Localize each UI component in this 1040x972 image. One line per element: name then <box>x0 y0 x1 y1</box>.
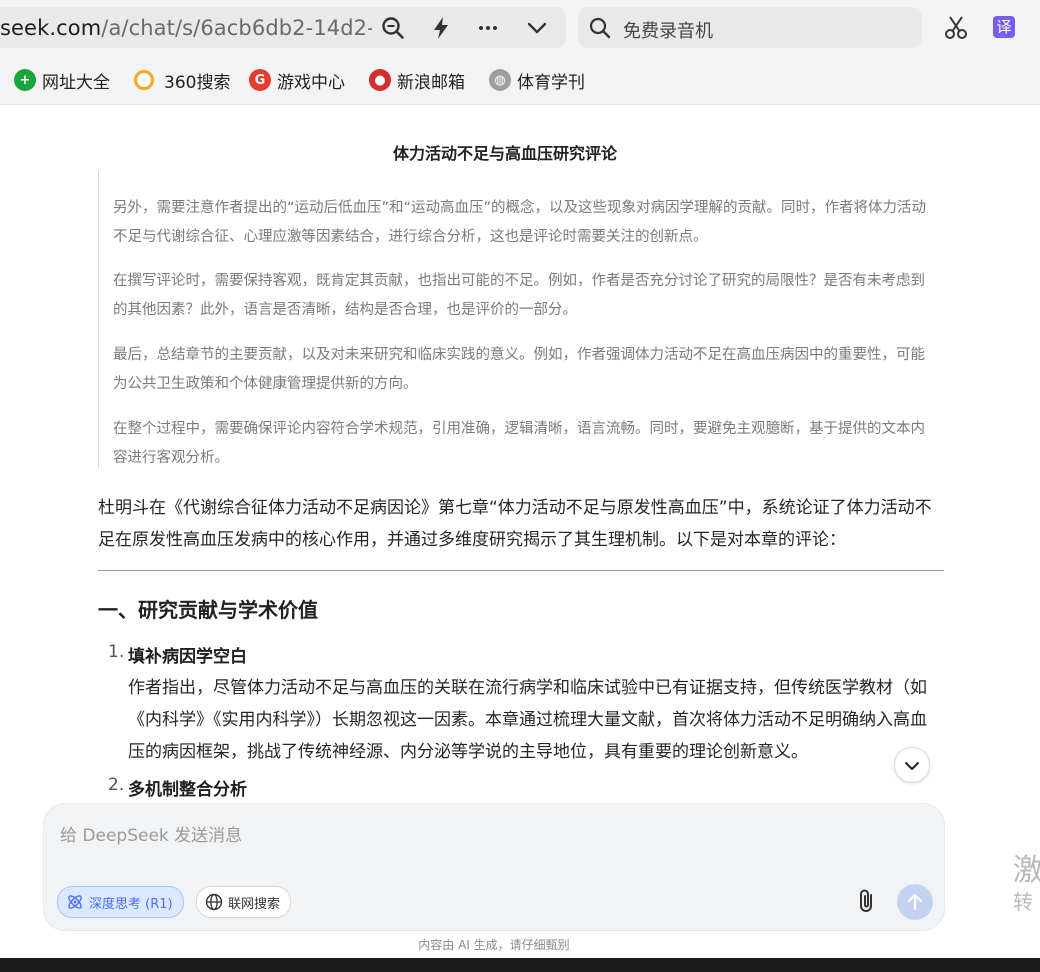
bookmark-label: 360搜索 <box>164 72 231 93</box>
deep-think-label: 深度思考 (R1) <box>89 896 173 912</box>
send-button[interactable] <box>897 884 933 920</box>
thinking-paragraph: 最后，总结章节的主要贡献，以及对未来研究和临床实践的意义。例如，作者强调体力活动… <box>113 347 925 392</box>
globe-icon <box>205 893 223 911</box>
bookmark-item[interactable]: ◍ 体育学刊 <box>489 68 585 93</box>
list-item-title: 填补病因学空白 <box>128 647 247 667</box>
side-panel-text: 转 <box>1013 890 1033 914</box>
chevron-down-icon[interactable] <box>524 15 550 41</box>
ring-icon <box>134 70 154 90</box>
bookmark-label: 游戏中心 <box>277 72 345 93</box>
arrow-up-icon <box>907 893 923 911</box>
search-icon <box>589 17 611 39</box>
web-search-toggle[interactable]: 联网搜索 <box>196 886 292 918</box>
list-item-body: 作者指出，尽管体力活动不足与高血压的关联在流行病学和临床试验中已有证据支持，但传… <box>128 678 927 762</box>
deep-think-toggle[interactable]: 深度思考 (R1) <box>57 886 184 918</box>
bookmark-label: 体育学刊 <box>517 72 585 93</box>
url-text[interactable]: seek.com/a/chat/s/6acb6db2-14d2-4 <box>0 16 372 40</box>
address-bar[interactable]: seek.com/a/chat/s/6acb6db2-14d2-4 <box>0 7 566 48</box>
divider <box>98 570 944 571</box>
message-composer: 给 DeepSeek 发送消息 深度思考 (R1) 联网搜索 <box>43 803 945 931</box>
bookmark-label: 网址大全 <box>42 72 110 93</box>
bookmark-label: 新浪邮箱 <box>397 72 465 93</box>
more-icon[interactable] <box>475 15 501 41</box>
paperclip-icon[interactable] <box>854 887 880 915</box>
plus-circle-icon: + <box>14 69 36 91</box>
browser-toolbar: seek.com/a/chat/s/6acb6db2-14d2-4 免费录音机 … <box>0 0 1040 56</box>
list-number: 1. <box>108 642 125 662</box>
bookmark-item[interactable]: 360搜索 <box>134 68 231 93</box>
globe-icon: ◍ <box>489 69 511 91</box>
lightning-icon[interactable] <box>428 15 454 41</box>
thinking-block: 另外，需要注意作者提出的“运动后低血压”和“运动高血压”的概念，以及这些现象对病… <box>98 170 949 468</box>
scissors-icon[interactable] <box>943 15 969 41</box>
bookmarks-bar: + 网址大全 360搜索 G 游戏中心 ● 新浪邮箱 ◍ 体育学刊 <box>0 56 1040 105</box>
answer-intro: 杜明斗在《代谢综合征体力活动不足病因论》第七章“体力活动不足与原发性高血压”中，… <box>98 498 932 550</box>
message-input[interactable]: 给 DeepSeek 发送消息 <box>60 821 242 846</box>
chevron-down-icon <box>905 762 919 770</box>
bookmark-item[interactable]: + 网址大全 <box>14 68 110 93</box>
thinking-paragraph: 在撰写评论时，需要保持客观，既肯定其贡献，也指出可能的不足。例如，作者是否充分讨… <box>113 273 925 318</box>
translate-icon[interactable]: 译 <box>993 16 1015 38</box>
section-heading: 一、研究贡献与学术价值 <box>98 598 318 622</box>
search-placeholder: 免费录音机 <box>623 21 713 42</box>
sina-eye-icon: ● <box>369 69 391 91</box>
thinking-paragraph: 另外，需要注意作者提出的“运动后低血压”和“运动高血压”的概念，以及这些现象对病… <box>113 200 927 245</box>
browser-search-box[interactable]: 免费录音机 <box>578 7 922 48</box>
list-item-title: 多机制整合分析 <box>128 780 247 800</box>
zoom-icon[interactable] <box>380 15 406 41</box>
ai-disclaimer: 内容由 AI 生成，请仔细甄别 <box>418 938 570 952</box>
url-path: /a/chat/s/6acb6db2-14d2-4 <box>101 16 372 40</box>
chat-title: 体力活动不足与高血压研究评论 <box>392 144 617 163</box>
web-search-label: 联网搜索 <box>228 896 281 912</box>
list-number: 2. <box>108 775 125 795</box>
thinking-paragraph: 在整个过程中，需要确保评论内容符合学术规范，引用准确，逻辑清晰，语言流畅。同时，… <box>113 421 925 466</box>
bookmark-item[interactable]: ● 新浪邮箱 <box>369 68 465 93</box>
scroll-to-bottom-button[interactable] <box>894 747 930 783</box>
url-domain: seek.com <box>0 16 102 40</box>
side-panel-text: 激 <box>1013 853 1040 888</box>
taskbar-strip <box>0 958 1040 972</box>
bookmark-item[interactable]: G 游戏中心 <box>249 68 345 93</box>
game-icon: G <box>249 69 271 91</box>
atom-icon <box>68 895 82 909</box>
